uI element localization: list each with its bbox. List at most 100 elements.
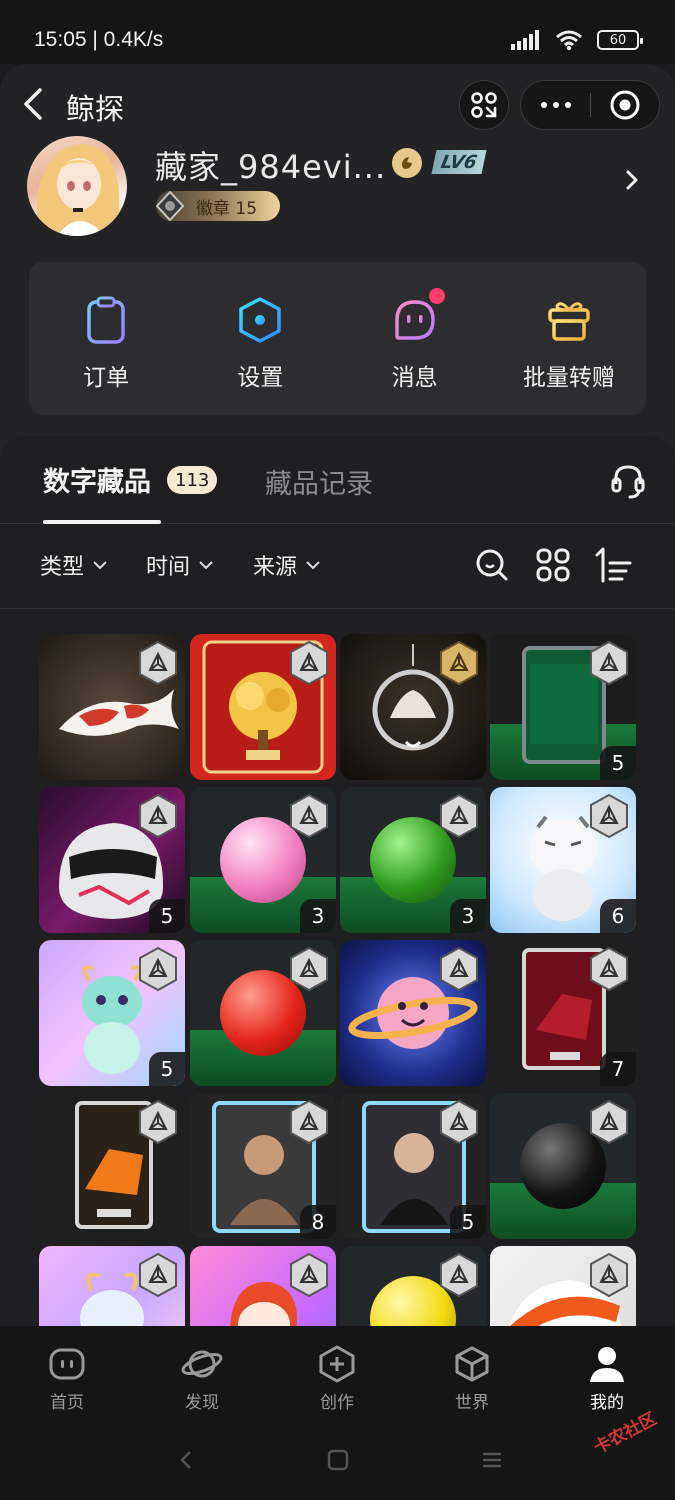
mini-app-page: 鲸探 藏家_984evi... LV6 徽章 15 订单 设置 消息 批量转赠 … bbox=[0, 64, 675, 1326]
collection-card-white-tiger[interactable]: 6 bbox=[490, 787, 636, 933]
planet-icon bbox=[180, 1342, 224, 1386]
chain-badge-icon bbox=[139, 946, 177, 992]
tab-create[interactable]: 创作 bbox=[292, 1342, 382, 1413]
collection-card-green-ball[interactable]: 3 bbox=[340, 787, 486, 933]
system-menu-icon[interactable] bbox=[480, 1448, 504, 1472]
collection-card-lotus-pendant[interactable] bbox=[340, 634, 486, 780]
tab-collection-records[interactable]: 藏品记录 bbox=[265, 462, 373, 501]
collection-card-yellow-ball[interactable] bbox=[340, 1246, 486, 1326]
profile-header[interactable]: 藏家_984evi... LV6 徽章 15 bbox=[0, 136, 675, 248]
chain-badge-icon bbox=[440, 946, 478, 992]
tab-world[interactable]: 世界 bbox=[427, 1342, 517, 1413]
user-icon bbox=[585, 1342, 629, 1386]
item-count: 6 bbox=[600, 899, 636, 933]
filter-label: 来源 bbox=[253, 555, 298, 580]
target-close-icon bbox=[610, 90, 640, 120]
filter-time[interactable]: 时间 bbox=[146, 549, 214, 581]
bottom-tab-bar: 首页 发现 创作 世界 我的 bbox=[0, 1326, 675, 1500]
chain-badge-icon bbox=[590, 793, 628, 839]
filter-source[interactable]: 来源 bbox=[253, 549, 321, 581]
status-bar: 15:05 | 0.4K/s 60 bbox=[0, 0, 675, 64]
medal-gem-icon bbox=[154, 190, 186, 222]
chain-badge-icon bbox=[290, 793, 328, 839]
chevron-down-icon bbox=[306, 561, 320, 570]
sort-icon[interactable] bbox=[594, 545, 634, 585]
home-icon bbox=[45, 1342, 89, 1386]
chain-badge-icon bbox=[440, 1099, 478, 1145]
dot-icon bbox=[564, 102, 571, 108]
collection-card-planet-smile[interactable] bbox=[340, 940, 486, 1086]
collection-card-jade-dragon[interactable]: 5 bbox=[39, 940, 185, 1086]
collection-card-baby-dragon[interactable] bbox=[39, 1246, 185, 1326]
hexagon-settings-icon bbox=[236, 296, 284, 344]
create-plus-icon bbox=[315, 1342, 359, 1386]
tab-label: 首页 bbox=[50, 1393, 84, 1413]
tab-discover[interactable]: 发现 bbox=[157, 1342, 247, 1413]
collection-card-koi-fish[interactable] bbox=[39, 634, 185, 780]
collection-panel: 数字藏品 113 藏品记录 类型 时间 来源 5 5 3 3 6 5 7 8 5 bbox=[0, 436, 675, 1326]
chain-badge-icon bbox=[290, 640, 328, 686]
collection-card-red-hair-character[interactable] bbox=[190, 1246, 336, 1326]
collection-card-black-ball[interactable] bbox=[490, 1093, 636, 1239]
chain-badge-icon bbox=[139, 1252, 177, 1298]
quick-actions: 订单 设置 消息 批量转赠 bbox=[29, 262, 646, 415]
chain-badge-icon bbox=[290, 1252, 328, 1298]
chevron-down-icon bbox=[93, 561, 107, 570]
item-count: 5 bbox=[149, 1052, 185, 1086]
quick-action-label: 设置 bbox=[237, 365, 284, 391]
wifi-icon bbox=[556, 30, 582, 51]
customer-service-icon[interactable] bbox=[608, 462, 648, 502]
tab-label: 世界 bbox=[455, 1393, 489, 1413]
collection-card-orange-helmet[interactable] bbox=[490, 1246, 636, 1326]
grid-view-icon[interactable] bbox=[533, 545, 573, 585]
scan-icon bbox=[471, 92, 497, 118]
chain-badge-icon bbox=[440, 1252, 478, 1298]
close-mini-program-button[interactable] bbox=[591, 89, 659, 121]
chevron-right-icon[interactable] bbox=[622, 166, 642, 194]
item-count: 5 bbox=[600, 746, 636, 780]
quick-action-orders[interactable]: 订单 bbox=[29, 262, 183, 415]
collection-card-f1-card-red[interactable]: 7 bbox=[490, 940, 636, 1086]
username: 藏家_984evi... bbox=[155, 148, 387, 186]
scan-button[interactable] bbox=[459, 80, 509, 130]
quick-action-batch-gift[interactable]: 批量转赠 bbox=[492, 262, 646, 415]
chain-badge-icon bbox=[440, 793, 478, 839]
quick-action-messages[interactable]: 消息 bbox=[338, 262, 492, 415]
collection-card-racing-helmet[interactable]: 5 bbox=[39, 787, 185, 933]
gift-icon bbox=[545, 296, 593, 344]
more-menu-button[interactable] bbox=[521, 102, 590, 108]
quick-action-settings[interactable]: 设置 bbox=[183, 262, 337, 415]
medal-badge[interactable]: 徽章 15 bbox=[154, 190, 280, 222]
back-arrow-icon[interactable] bbox=[18, 84, 52, 124]
chain-badge-icon bbox=[139, 793, 177, 839]
collection-card-snooker-table-card[interactable]: 5 bbox=[490, 634, 636, 780]
search-icon[interactable] bbox=[472, 545, 512, 585]
collection-card-money-tree-poster[interactable] bbox=[190, 634, 336, 780]
tab-home[interactable]: 首页 bbox=[22, 1342, 112, 1413]
item-count: 5 bbox=[149, 899, 185, 933]
collection-card-pink-ball[interactable]: 3 bbox=[190, 787, 336, 933]
tab-digital-collections[interactable]: 数字藏品 bbox=[43, 460, 151, 499]
system-back-icon[interactable] bbox=[176, 1448, 196, 1472]
level-badge: LV6 bbox=[431, 150, 487, 174]
unread-dot bbox=[428, 288, 445, 304]
collection-card-player-card-a[interactable]: 8 bbox=[190, 1093, 336, 1239]
signal-icon bbox=[511, 30, 539, 50]
cube-icon bbox=[450, 1342, 494, 1386]
collection-card-player-card-b[interactable]: 5 bbox=[340, 1093, 486, 1239]
chain-badge-icon bbox=[139, 640, 177, 686]
filter-type[interactable]: 类型 bbox=[40, 549, 108, 581]
chain-badge-icon bbox=[590, 640, 628, 686]
medal-label: 徽章 15 bbox=[196, 198, 258, 219]
item-count: 3 bbox=[450, 899, 486, 933]
collection-card-red-ball[interactable] bbox=[190, 940, 336, 1086]
clipboard-icon bbox=[82, 296, 130, 344]
active-tab-indicator bbox=[43, 520, 161, 524]
chain-badge-icon bbox=[590, 1099, 628, 1145]
system-home-icon[interactable] bbox=[326, 1448, 350, 1472]
avatar[interactable] bbox=[27, 136, 127, 236]
collection-card-f1-card-orange[interactable] bbox=[39, 1093, 185, 1239]
status-time: 15:05 | 0.4K/s bbox=[34, 28, 164, 51]
collection-tabs: 数字藏品 113 藏品记录 bbox=[0, 436, 675, 524]
chevron-down-icon bbox=[199, 561, 213, 570]
